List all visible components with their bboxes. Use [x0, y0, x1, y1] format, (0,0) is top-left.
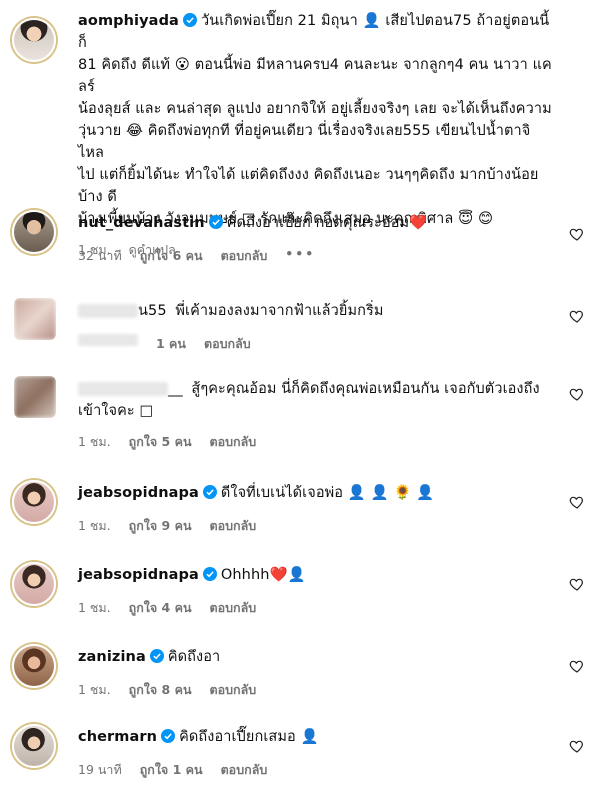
comment-meta: 19 นาที ถูกใจ 1 คน ตอบกลับ — [78, 760, 553, 780]
avatar[interactable] — [12, 644, 56, 688]
avatar[interactable] — [12, 18, 56, 62]
comment-time: 1 ชม. — [78, 434, 111, 449]
comment-text: คิดถึงอา — [167, 649, 221, 665]
likes-count[interactable]: 1 คน — [156, 334, 186, 354]
reply-button[interactable]: ตอบกลับ — [221, 246, 268, 266]
likes-count[interactable]: ถูกใจ 9 คน — [129, 516, 192, 536]
comment-time: 32 นาที — [78, 248, 122, 263]
comment-meta: 1 คน ตอบกลับ — [78, 334, 553, 354]
comment-time: 19 นาที — [78, 762, 122, 777]
comment-meta: 1 ชม. ถูกใจ 8 คน ตอบกลับ — [78, 680, 553, 700]
comment-body: zanizina คิดถึงอา 1 ชม. ถูกใจ 8 คน ตอบกลั… — [78, 646, 553, 700]
likes-count[interactable]: ถูกใจ 8 คน — [129, 680, 192, 700]
reply-button[interactable]: ตอบกลับ — [210, 516, 257, 536]
more-options-icon[interactable]: ••• — [285, 246, 315, 266]
comment-time: 1 ชม. — [78, 600, 111, 615]
comment-text-line: วุ่นวาย 😂 คิดถึงพ่อทุกที ที่อยู่คนเดียว … — [78, 123, 531, 161]
comment-item: aomphiyada วันเกิดพ่อเปี๊ยก 21 มิถุนา 👤 เ… — [0, 10, 593, 257]
avatar[interactable] — [12, 210, 56, 254]
comment-username-suffix[interactable]: น55 — [138, 303, 167, 319]
comment-username[interactable]: zanizina — [78, 649, 146, 665]
comment-text: Ohhhh❤️👤 — [220, 567, 306, 583]
reply-button[interactable]: ตอบกลับ — [204, 334, 251, 354]
avatar[interactable] — [12, 480, 56, 524]
verified-badge-icon — [202, 485, 217, 499]
like-heart-icon[interactable] — [569, 738, 585, 754]
like-heart-icon[interactable] — [569, 658, 585, 674]
avatar[interactable] — [14, 376, 56, 418]
comment-text-line: น้องลุยส์ และ คนล่าสุด ลูแปง อยากจิให้ อ… — [78, 101, 552, 117]
comment-item: jeabsopidnapa ดีใจที่เบเน่ได้เจอพ่อ 👤 👤 🌻… — [0, 478, 593, 540]
comment-meta: 32 นาที ถูกใจ 6 คน ตอบกลับ ••• — [78, 246, 553, 266]
reply-button[interactable]: ตอบกลับ — [210, 432, 257, 452]
comment-username[interactable]: jeabsopidnapa — [78, 567, 199, 583]
comment-text: คิดถึงอาเปี๊ยก กอดคุณระอ้อม❤️ — [226, 215, 428, 231]
comment-body: jeabsopidnapa Ohhhh❤️👤 1 ชม. ถูกใจ 4 คน ต… — [78, 564, 553, 618]
avatar[interactable] — [12, 562, 56, 606]
reply-button[interactable]: ตอบกลับ — [210, 680, 257, 700]
comment-item: __ สู้ๆคะคุณอ้อม นี่ก็คิดถึงคุณพ่อเหมือน… — [0, 372, 593, 458]
comment-text-line: เข้าใจคะ □ — [78, 403, 154, 419]
comment-body: jeabsopidnapa ดีใจที่เบเน่ได้เจอพ่อ 👤 👤 🌻… — [78, 482, 553, 536]
comment-item: น55 พี่เค้ามองลงมาจากฟ้าแล้วยิ้มกริ่ม 1 … — [0, 294, 593, 354]
like-heart-icon[interactable] — [569, 226, 585, 242]
verified-badge-icon — [182, 13, 197, 27]
comment-username[interactable]: jeabsopidnapa — [78, 485, 199, 501]
comment-meta: 1 ชม. ถูกใจ 9 คน ตอบกลับ — [78, 516, 553, 536]
comment-item: chermarn คิดถึงอาเปี๊ยกเสมอ 👤 19 นาที ถูก… — [0, 722, 593, 784]
comment-time: 1 ชม. — [78, 682, 111, 697]
likes-count[interactable]: ถูกใจ 5 คน — [129, 432, 192, 452]
reply-button[interactable]: ตอบกลับ — [210, 598, 257, 618]
verified-badge-icon — [202, 567, 217, 581]
comment-username[interactable]: chermarn — [78, 729, 157, 745]
comment-text-line: สู้ๆคะคุณอ้อม นี่ก็คิดถึงคุณพ่อเหมือนกัน… — [191, 381, 540, 397]
verified-badge-icon — [208, 215, 223, 229]
like-heart-icon[interactable] — [569, 386, 585, 402]
comment-body: __ สู้ๆคะคุณอ้อม นี่ก็คิดถึงคุณพ่อเหมือน… — [78, 378, 553, 452]
comment-text: คิดถึงอาเปี๊ยกเสมอ 👤 — [179, 729, 319, 745]
likes-count[interactable]: ถูกใจ 4 คน — [129, 598, 192, 618]
likes-count[interactable]: ถูกใจ 1 คน — [140, 760, 203, 780]
comment-text-line: 81 คิดถึง ดีแท้ 😮 ตอนนี้พ่อ มีหลานครบ4 ค… — [78, 57, 552, 95]
like-heart-icon[interactable] — [569, 576, 585, 592]
comment-username[interactable]: aomphiyada — [78, 13, 179, 29]
like-heart-icon[interactable] — [569, 308, 585, 324]
blurred-username — [78, 382, 168, 396]
comment-time: 1 ชม. — [78, 518, 111, 533]
blurred-time — [78, 334, 138, 346]
comment-text: ดีใจที่เบเน่ได้เจอพ่อ 👤 👤 🌻 👤 — [220, 485, 435, 501]
comment-text-line: ไป แต่ก็ยิ้มได้นะ ทำใจได้ แต่คิดถึงงง คิ… — [78, 167, 539, 205]
verified-badge-icon — [149, 649, 164, 663]
comment-meta: 1 ชม. ถูกใจ 4 คน ตอบกลับ — [78, 598, 553, 618]
blurred-username — [78, 304, 138, 318]
comment-item: zanizina คิดถึงอา 1 ชม. ถูกใจ 8 คน ตอบกลั… — [0, 642, 593, 704]
comment-body: chermarn คิดถึงอาเปี๊ยกเสมอ 👤 19 นาที ถูก… — [78, 726, 553, 780]
comment-body: nut_devahastin คิดถึงอาเปี๊ยก กอดคุณระอ้อ… — [78, 212, 553, 266]
comment-body: น55 พี่เค้ามองลงมาจากฟ้าแล้วยิ้มกริ่ม 1 … — [78, 300, 553, 354]
comment-meta: 1 ชม. ถูกใจ 5 คน ตอบกลับ — [78, 432, 553, 452]
avatar[interactable] — [14, 298, 56, 340]
comment-item: nut_devahastin คิดถึงอาเปี๊ยก กอดคุณระอ้อ… — [0, 208, 593, 270]
comment-username[interactable]: nut_devahastin — [78, 215, 205, 231]
comment-feed: aomphiyada วันเกิดพ่อเปี๊ยก 21 มิถุนา 👤 เ… — [0, 0, 593, 800]
like-heart-icon[interactable] — [569, 494, 585, 510]
likes-count[interactable]: ถูกใจ 6 คน — [140, 246, 203, 266]
comment-username-suffix[interactable]: __ — [168, 381, 183, 397]
comment-text: พี่เค้ามองลงมาจากฟ้าแล้วยิ้มกริ่ม — [175, 303, 384, 319]
comment-item: jeabsopidnapa Ohhhh❤️👤 1 ชม. ถูกใจ 4 คน ต… — [0, 560, 593, 622]
reply-button[interactable]: ตอบกลับ — [221, 760, 268, 780]
avatar[interactable] — [12, 724, 56, 768]
verified-badge-icon — [161, 729, 176, 743]
